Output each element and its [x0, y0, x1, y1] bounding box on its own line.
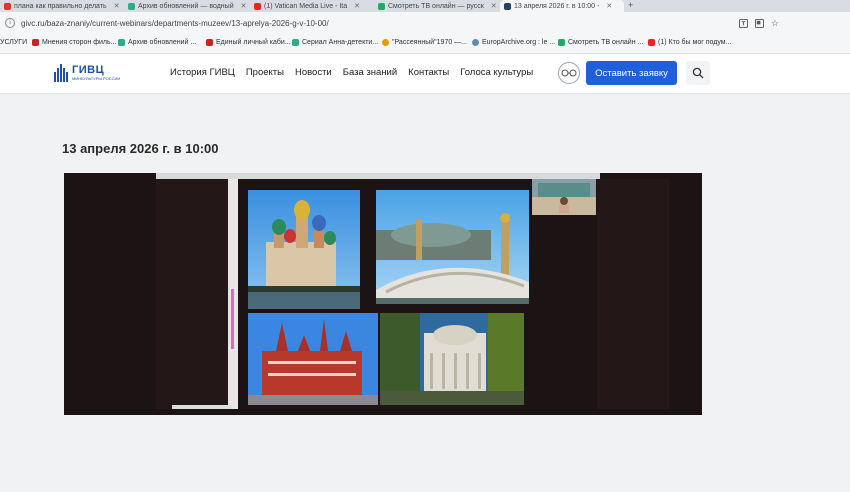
- bookmark-label: Единый личный каби...: [216, 39, 291, 46]
- close-icon[interactable]: ✕: [606, 2, 612, 10]
- site-header: ГИВЦ МИНКУЛЬТУРЫ РОССИИ История ГИВЦ Про…: [0, 54, 850, 94]
- bookmark-favicon-icon: [206, 39, 213, 46]
- shared-window-sidebar: [228, 179, 238, 409]
- bookmark-label: EuropArchive.org : le ...: [482, 39, 556, 46]
- tab-favicon-icon: [128, 2, 135, 10]
- nav-link-projects[interactable]: Проекты: [246, 67, 284, 78]
- bookmark-favicon-icon: [472, 39, 479, 46]
- bookmark-item[interactable]: Мнения сторон филь...: [32, 39, 116, 46]
- bookmark-favicon-icon: [382, 39, 389, 46]
- bookmark-favicon-icon: [648, 39, 655, 46]
- nav-link-history[interactable]: История ГИВЦ: [170, 67, 235, 78]
- bookmark-label: (1) Кто бы мог подум...: [658, 39, 732, 46]
- bookmark-item[interactable]: УСЛУГИ: [0, 39, 27, 46]
- tab-favicon-icon: [4, 2, 11, 10]
- bookmark-label: Смотреть ТВ онлайн ...: [568, 39, 644, 46]
- bookmarks-bar: УСЛУГИ Мнения сторон филь... Архив обнов…: [0, 34, 850, 54]
- url-field[interactable]: givc.ru/baza-znaniy/current-webinars/dep…: [21, 19, 738, 28]
- page-title: 13 апреля 2026 г. в 10:00: [62, 141, 219, 156]
- close-icon[interactable]: ✕: [241, 2, 247, 10]
- bookmark-label: "Рассеянный"1970 —...: [392, 39, 468, 46]
- tab-label: Архив обновлений — водный: [138, 2, 234, 10]
- video-pillar-right: [597, 179, 669, 409]
- bookmark-label: Сериал Анна-детекти...: [302, 39, 379, 46]
- bookmark-item[interactable]: Единый личный каби...: [206, 39, 291, 46]
- browser-tab[interactable]: плана как правильно делать ✕: [0, 0, 122, 12]
- tab-label: 13 апреля 2026 г. в 10:00 -: [514, 2, 600, 10]
- bookmark-label: Архив обновлений ...: [128, 39, 197, 46]
- nav-link-voices-of-culture[interactable]: Голоса культуры: [460, 67, 533, 78]
- main-nav: История ГИВЦ Проекты Новости База знаний…: [170, 67, 533, 78]
- site-logo[interactable]: ГИВЦ МИНКУЛЬТУРЫ РОССИИ: [54, 64, 120, 82]
- nav-link-knowledge-base[interactable]: База знаний: [343, 67, 397, 78]
- bookmark-favicon-icon: [292, 39, 299, 46]
- tab-label: Смотреть ТВ онлайн — русск: [388, 2, 484, 10]
- browser-tab-active[interactable]: 13 апреля 2026 г. в 10:00 - ✕: [500, 0, 624, 12]
- logo-title: ГИВЦ: [72, 64, 105, 76]
- page-content: 13 апреля 2026 г. в 10:00: [0, 95, 850, 492]
- bookmark-item[interactable]: "Рассеянный"1970 —...: [382, 39, 467, 46]
- bookmark-star-icon[interactable]: ☆: [770, 18, 780, 28]
- slide-image-bridge: [376, 190, 529, 304]
- browser-tab[interactable]: Смотреть ТВ онлайн — русск ✕: [374, 0, 498, 12]
- reader-icon[interactable]: [754, 18, 764, 28]
- bookmark-favicon-icon: [32, 39, 39, 46]
- tab-favicon-icon: [378, 2, 385, 10]
- tab-label: плана как правильно делать: [14, 2, 107, 10]
- close-icon[interactable]: ✕: [491, 2, 497, 10]
- slide-image-history-museum: [248, 313, 378, 405]
- submit-request-button[interactable]: Оставить заявку: [586, 61, 677, 85]
- bookmark-favicon-icon: [558, 39, 565, 46]
- tab-favicon-icon: [254, 2, 261, 10]
- address-bar: i givc.ru/baza-znaniy/current-webinars/d…: [0, 12, 850, 34]
- video-player[interactable]: [64, 173, 702, 415]
- bookmark-item[interactable]: Сериал Анна-детекти...: [292, 39, 378, 46]
- nav-link-news[interactable]: Новости: [295, 67, 332, 78]
- bookmark-label: Мнения сторон филь...: [42, 39, 117, 46]
- bookmark-favicon-icon: [118, 39, 125, 46]
- search-icon[interactable]: [686, 61, 710, 85]
- bookmark-item[interactable]: EuropArchive.org : le ...: [472, 39, 555, 46]
- close-icon[interactable]: ✕: [114, 2, 120, 10]
- browser-tab[interactable]: Архив обновлений — водный ✕: [124, 0, 248, 12]
- translate-icon[interactable]: [738, 18, 748, 28]
- video-pillar-left: [156, 179, 228, 409]
- logo-bars-icon: [54, 64, 68, 82]
- close-icon[interactable]: ✕: [354, 2, 360, 10]
- slide-image-cathedral: [248, 190, 360, 309]
- logo-subtitle: МИНКУЛЬТУРЫ РОССИИ: [72, 76, 121, 81]
- browser-tab[interactable]: (1) Vatican Media Live - Ita ✕: [250, 0, 372, 12]
- site-info-icon[interactable]: i: [5, 18, 15, 28]
- accessibility-glasses-icon[interactable]: [558, 62, 580, 84]
- shared-window-statusbar: [172, 405, 232, 409]
- new-tab-icon[interactable]: +: [628, 0, 633, 10]
- bookmark-label: УСЛУГИ: [0, 39, 28, 46]
- speaker-video: [532, 179, 596, 215]
- bookmark-item[interactable]: (1) Кто бы мог подум...: [648, 39, 731, 46]
- slide-image-mansion: [380, 313, 524, 405]
- bookmark-item[interactable]: Смотреть ТВ онлайн ...: [558, 39, 643, 46]
- tab-favicon-icon: [504, 2, 511, 10]
- nav-link-contacts[interactable]: Контакты: [408, 67, 449, 78]
- tab-label: (1) Vatican Media Live - Ita: [264, 2, 348, 10]
- browser-tab-bar: плана как правильно делать ✕ Архив обнов…: [0, 0, 850, 12]
- bookmark-item[interactable]: Архив обновлений ...: [118, 39, 196, 46]
